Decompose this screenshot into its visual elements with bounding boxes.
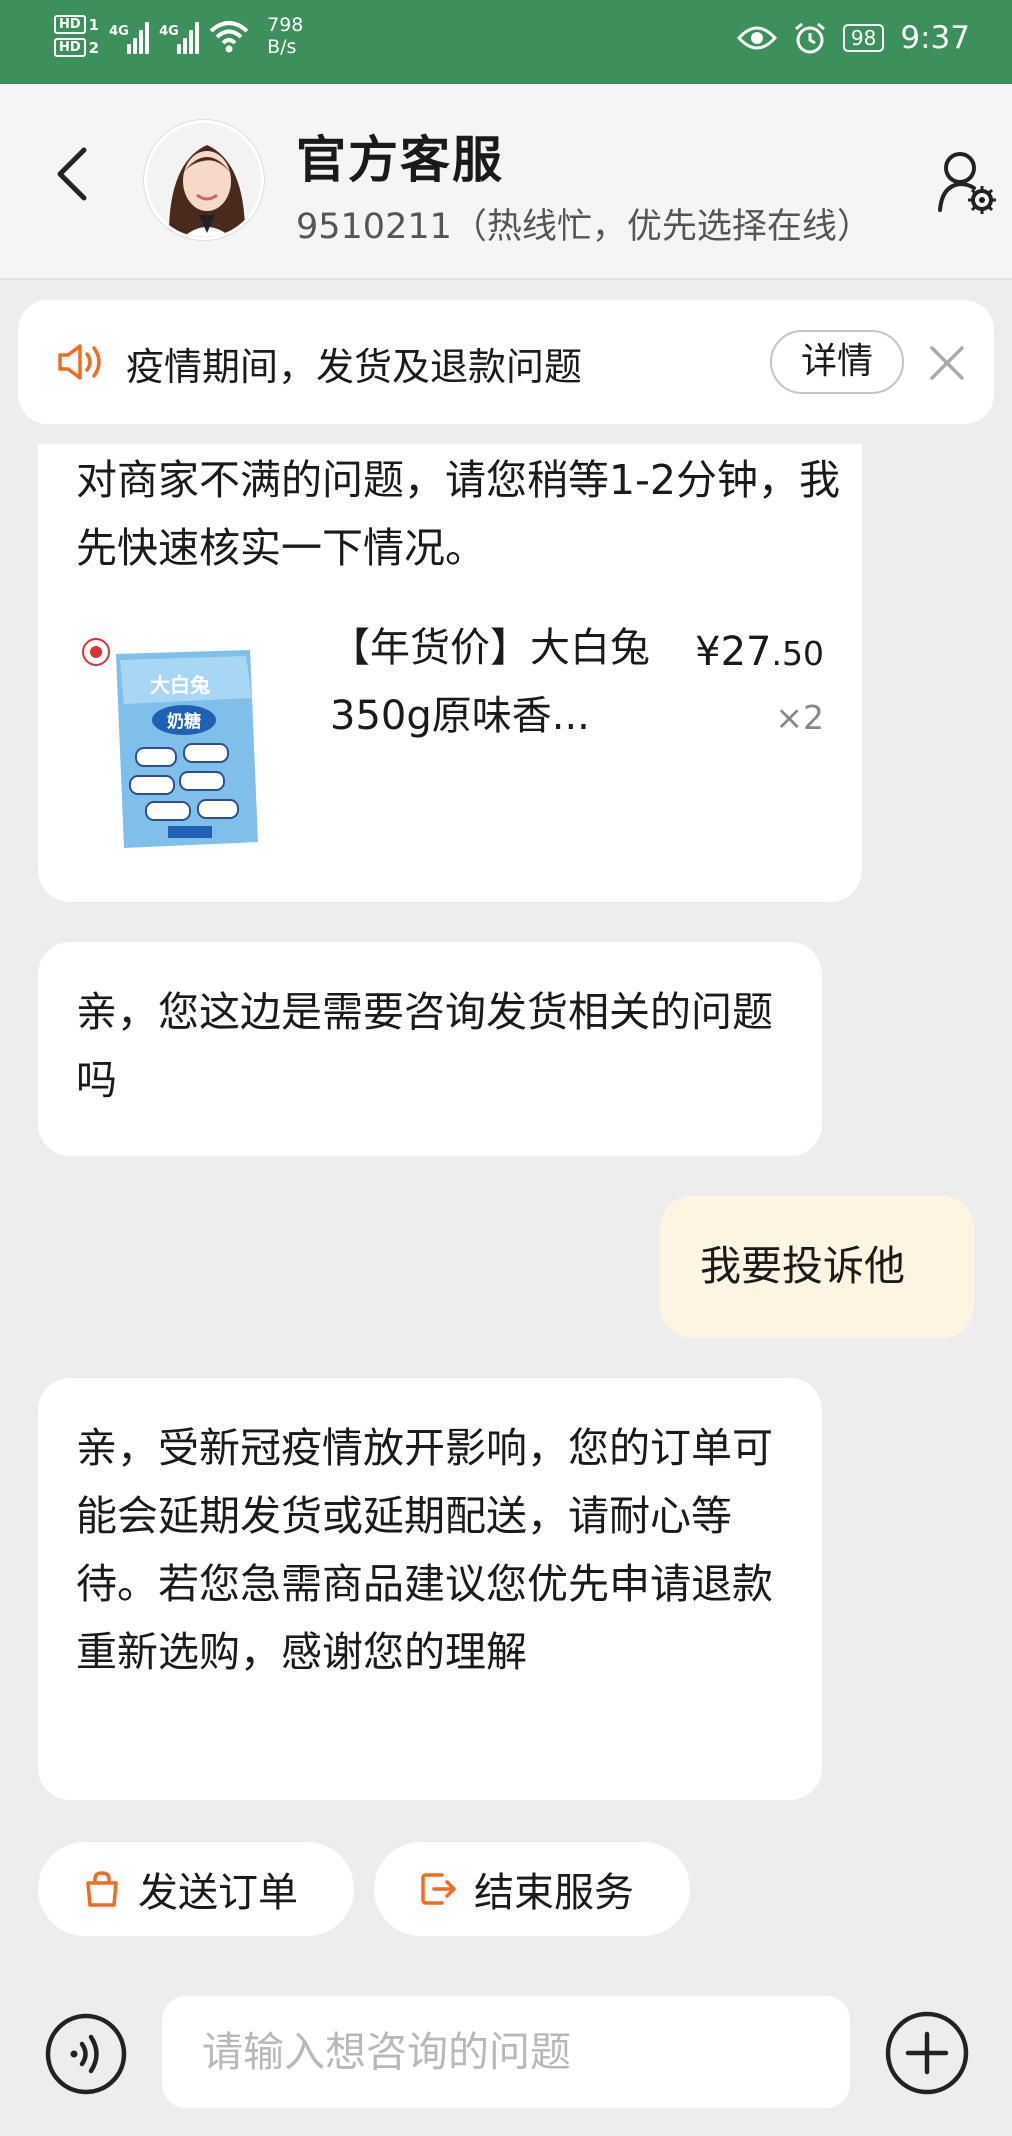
voice-icon[interactable]: [44, 2012, 128, 2096]
announcement-text: 疫情期间，发货及退款问题: [126, 345, 583, 389]
message-text: 亲，受新冠疫情放开影响，您的订单可能会延期发货或延期配送，请耐心等待。若您急需商…: [76, 1424, 773, 1676]
alarm-icon: [794, 22, 825, 54]
avatar[interactable]: [144, 120, 264, 240]
sim-2: HD 2: [54, 38, 99, 57]
speed-unit: B/s: [267, 36, 297, 58]
plus-icon[interactable]: [884, 2010, 970, 2096]
network-type-2: 4G: [159, 24, 179, 39]
page-title: 官方客服: [296, 131, 504, 189]
agent-message-bubble: 亲，受新冠疫情放开影响，您的订单可能会延期发货或延期配送，请耐心等待。若您急需商…: [38, 1378, 822, 1800]
price-integer: 27: [720, 629, 772, 675]
status-right: 98 9:37: [736, 20, 970, 56]
hotline-subtitle: 9510211（热线忙，优先选择在线）: [296, 207, 872, 247]
end-service-button[interactable]: 结束服务: [374, 1842, 690, 1936]
exit-icon: [421, 1873, 456, 1905]
currency-symbol: ¥: [695, 629, 721, 675]
hd-badge-2: HD: [54, 38, 86, 57]
user-message-bubble: 我要投诉他: [660, 1196, 974, 1338]
svg-text:奶糖: 奶糖: [167, 711, 201, 732]
signal-icon: 4G: [159, 18, 200, 54]
close-icon[interactable]: [926, 342, 968, 384]
status-left: HD 1 HD 2 4G 4G 798 B/s: [54, 14, 303, 58]
end-service-label: 结束服务: [474, 1870, 634, 1916]
signal-icon: 4G: [109, 18, 150, 54]
candy-pack-image: 大白兔 奶糖: [82, 638, 258, 848]
message-text: 亲，您这边是需要咨询发货相关的问题吗: [76, 988, 773, 1104]
speed-value: 798: [267, 14, 304, 36]
sim-number-1: 1: [88, 15, 100, 34]
agent-message-bubble: 亲，您这边是需要咨询发货相关的问题吗: [38, 942, 822, 1156]
announcement-banner: 疫情期间，发货及退款问题 详情: [18, 300, 994, 424]
sim-1: HD 1: [54, 15, 99, 34]
eye-icon: [736, 26, 777, 50]
agent-settings-icon[interactable]: [936, 150, 998, 216]
product-thumbnail[interactable]: 大白兔 奶糖: [80, 638, 280, 858]
clock: 9:37: [900, 20, 970, 56]
sim-indicators: HD 1 HD 2: [54, 15, 99, 57]
svg-text:大白兔: 大白兔: [150, 673, 210, 697]
hd-badge-1: HD: [54, 15, 86, 34]
chat-header: 官方客服 9510211（热线忙，优先选择在线）: [0, 84, 1012, 280]
back-arrow-icon[interactable]: [48, 144, 98, 204]
agent-message-bubble: 对商家不满的问题，请您稍等1-2分钟，我先快速核实一下情况。 大白兔 奶糖 【年…: [38, 444, 862, 902]
message-text: 我要投诉他: [700, 1242, 905, 1290]
battery-indicator: 98: [842, 24, 885, 52]
message-input[interactable]: [162, 1996, 850, 2108]
network-type-1: 4G: [109, 24, 129, 39]
product-name[interactable]: 【年货价】大白兔350g原味香...: [330, 614, 670, 750]
message-text: 对商家不满的问题，请您稍等1-2分钟，我先快速核实一下情况。: [76, 456, 840, 572]
status-bar: HD 1 HD 2 4G 4G 798 B/s 98 9:37: [0, 0, 1012, 84]
details-button[interactable]: 详情: [770, 330, 904, 394]
speaker-icon: [58, 344, 101, 380]
send-order-button[interactable]: 发送订单: [38, 1842, 354, 1936]
send-order-label: 发送订单: [138, 1870, 298, 1916]
sim-number-2: 2: [88, 38, 100, 57]
product-price: ¥27.50: [695, 618, 824, 688]
message-list[interactable]: 对商家不满的问题，请您稍等1-2分钟，我先快速核实一下情况。 大白兔 奶糖 【年…: [0, 444, 1012, 1814]
shopping-bag-icon: [86, 1871, 118, 1907]
product-quantity: ×2: [775, 698, 824, 737]
network-speed: 798 B/s: [267, 14, 303, 58]
price-decimal: .50: [771, 634, 824, 673]
agent-portrait-icon: [147, 123, 261, 237]
wifi-icon: [209, 21, 249, 53]
